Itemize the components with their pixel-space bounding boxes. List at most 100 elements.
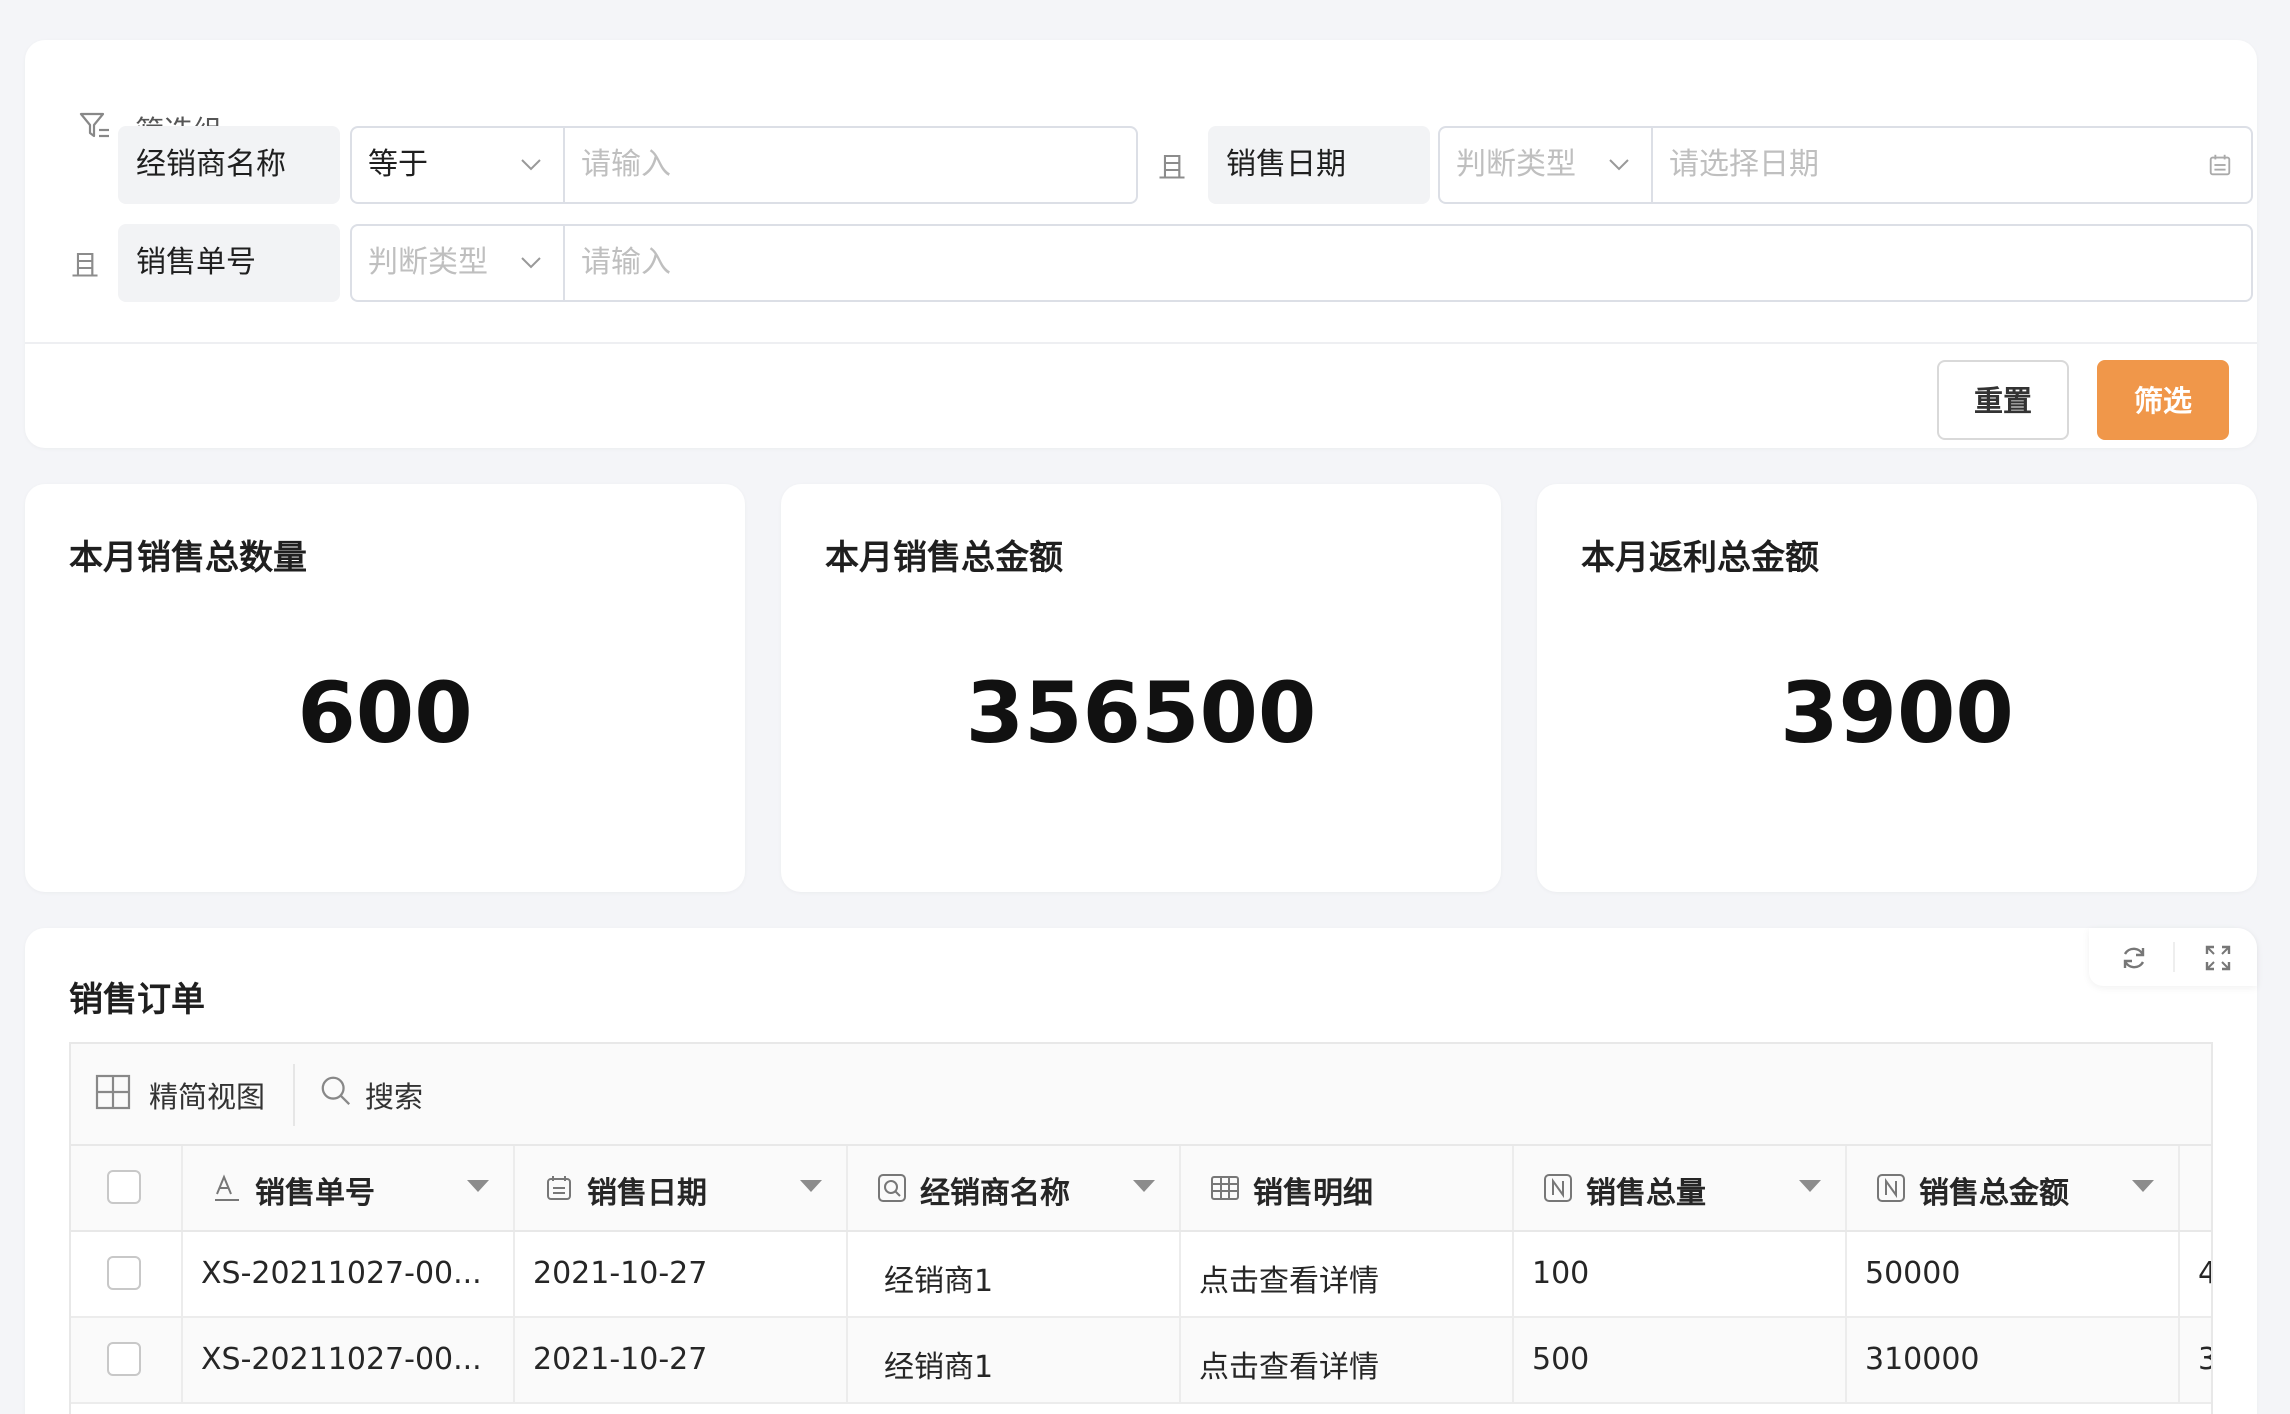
date-text: 2021-10-27 bbox=[533, 1342, 708, 1377]
column-header-order-no[interactable]: 销售单号 bbox=[183, 1146, 515, 1230]
refresh-icon[interactable] bbox=[2119, 943, 2149, 973]
sort-caret-icon[interactable] bbox=[467, 1180, 489, 1192]
row-checkbox[interactable] bbox=[107, 1342, 141, 1376]
stat-value: 3900 bbox=[1780, 664, 2014, 762]
qty-text: 500 bbox=[1532, 1342, 1590, 1377]
divider bbox=[25, 342, 2257, 344]
stat-value: 356500 bbox=[965, 664, 1317, 762]
select-all-cell bbox=[71, 1146, 183, 1230]
column-header-total-qty[interactable]: 销售总量 bbox=[1514, 1146, 1847, 1230]
stat-title: 本月销售总金额 bbox=[825, 538, 1063, 578]
column-label: 销售日期 bbox=[587, 1176, 707, 1211]
dealer-text: 经销商1 bbox=[884, 1264, 994, 1299]
lookup-icon bbox=[878, 1174, 906, 1202]
cell-detail[interactable]: 点击查看详情 bbox=[1181, 1232, 1514, 1316]
calendar-icon bbox=[2209, 154, 2231, 176]
cell-date: 2021-10-27 bbox=[515, 1318, 848, 1402]
dealer-name-placeholder: 请输入 bbox=[581, 147, 671, 182]
table-title: 销售订单 bbox=[69, 980, 205, 1020]
text-field-icon bbox=[215, 1174, 239, 1201]
cell-dealer: 经销商1 bbox=[848, 1232, 1181, 1316]
sales-date-picker[interactable]: 请选择日期 bbox=[1651, 126, 2253, 204]
search-button[interactable]: 搜索 bbox=[319, 1074, 423, 1116]
stat-card-rebate-amount: 本月返利总金额 3900 bbox=[1537, 484, 2257, 892]
divider bbox=[293, 1064, 295, 1126]
number-icon bbox=[1544, 1174, 1572, 1202]
order-no-text: XS-20211027-00... bbox=[201, 1342, 482, 1377]
cell-amount: 310000 bbox=[1847, 1318, 2180, 1402]
column-header-dealer-name[interactable]: 经销商名称 bbox=[848, 1146, 1181, 1230]
fullscreen-icon[interactable] bbox=[2203, 943, 2233, 973]
dealer-operator-value: 等于 bbox=[368, 147, 428, 182]
reset-button[interactable]: 重置 bbox=[1937, 360, 2069, 440]
data-table: 精简视图 搜索 销售单号 销售日期 经销商名称 销售明细 销售总量 销售总金额 … bbox=[69, 1042, 2213, 1414]
grid-view-icon bbox=[95, 1074, 131, 1110]
dealer-name-input[interactable]: 请输入 bbox=[563, 126, 1138, 204]
amount-text: 310000 bbox=[1865, 1342, 1980, 1377]
row-select-cell bbox=[71, 1232, 183, 1316]
cell-dealer: 经销商1 bbox=[848, 1318, 1181, 1402]
stat-card-total-quantity: 本月销售总数量 600 bbox=[25, 484, 745, 892]
column-header-sales-date[interactable]: 销售日期 bbox=[515, 1146, 848, 1230]
stat-title: 本月返利总金额 bbox=[1581, 538, 1819, 578]
table-tools bbox=[2089, 928, 2257, 986]
column-label: 销售总量 bbox=[1586, 1176, 1706, 1211]
table-header: 销售单号 销售日期 经销商名称 销售明细 销售总量 销售总金额 bbox=[71, 1146, 2211, 1232]
sort-caret-icon[interactable] bbox=[1799, 1180, 1821, 1192]
overflow-text: 4 bbox=[2198, 1256, 2211, 1291]
cell-detail[interactable]: 点击查看详情 bbox=[1181, 1318, 1514, 1402]
qty-text: 100 bbox=[1532, 1256, 1590, 1291]
column-header-total-amount[interactable]: 销售总金额 bbox=[1847, 1146, 2180, 1230]
table-row[interactable]: XS-20211027-00... 2021-10-27 经销商1 点击查看详情… bbox=[71, 1318, 2211, 1404]
dealer-operator-select[interactable]: 等于 bbox=[350, 126, 563, 204]
sort-caret-icon[interactable] bbox=[1133, 1180, 1155, 1192]
cell-order-no: XS-20211027-00... bbox=[183, 1232, 515, 1316]
cell-amount: 50000 bbox=[1847, 1232, 2180, 1316]
date-operator-placeholder: 判断类型 bbox=[1456, 147, 1576, 182]
dealer-text: 经销商1 bbox=[884, 1350, 994, 1385]
filter-button[interactable]: 筛选 bbox=[2097, 360, 2229, 440]
conjunction-and: 且 bbox=[71, 249, 100, 282]
date-operator-select[interactable]: 判断类型 bbox=[1438, 126, 1651, 204]
filter-field-order-no: 销售单号 bbox=[118, 224, 340, 302]
search-label: 搜索 bbox=[365, 1080, 424, 1114]
chevron-down-icon bbox=[1609, 159, 1629, 171]
sales-order-card: 销售订单 精简视图 搜索 销售单号 销售日期 经销商名称 销售明细 销售总量 销… bbox=[25, 928, 2257, 1414]
row-checkbox[interactable] bbox=[107, 1256, 141, 1290]
select-all-checkbox[interactable] bbox=[107, 1170, 141, 1204]
simple-view-label: 精简视图 bbox=[149, 1080, 266, 1114]
number-icon bbox=[1877, 1174, 1905, 1202]
cell-date: 2021-10-27 bbox=[515, 1232, 848, 1316]
table-row[interactable]: XS-20211027-00... 2021-10-27 经销商1 点击查看详情… bbox=[71, 1232, 2211, 1318]
order-no-input[interactable]: 请输入 bbox=[563, 224, 2253, 302]
order-no-operator-select[interactable]: 判断类型 bbox=[350, 224, 563, 302]
column-header-sales-detail[interactable]: 销售明细 bbox=[1181, 1146, 1514, 1230]
sort-caret-icon[interactable] bbox=[800, 1180, 822, 1192]
view-detail-link[interactable]: 点击查看详情 bbox=[1199, 1342, 1379, 1386]
column-label: 经销商名称 bbox=[920, 1176, 1070, 1211]
order-no-operator-placeholder: 判断类型 bbox=[368, 245, 488, 280]
order-no-text: XS-20211027-00... bbox=[201, 1256, 482, 1291]
stat-title: 本月销售总数量 bbox=[69, 538, 307, 578]
filter-icon bbox=[79, 112, 109, 138]
view-detail-link[interactable]: 点击查看详情 bbox=[1199, 1256, 1379, 1300]
stat-card-total-amount: 本月销售总金额 356500 bbox=[781, 484, 1501, 892]
subtable-icon bbox=[1211, 1176, 1239, 1200]
order-no-placeholder: 请输入 bbox=[581, 245, 671, 280]
date-text: 2021-10-27 bbox=[533, 1256, 708, 1291]
row-select-cell bbox=[71, 1318, 183, 1402]
column-label: 销售明细 bbox=[1253, 1176, 1373, 1211]
overflow-text: 3 bbox=[2198, 1342, 2211, 1377]
sort-caret-icon[interactable] bbox=[2132, 1180, 2154, 1192]
stat-value: 600 bbox=[297, 664, 473, 762]
table-toolbar: 精简视图 搜索 bbox=[71, 1044, 2211, 1146]
cell-qty: 100 bbox=[1514, 1232, 1847, 1316]
chevron-down-icon bbox=[521, 159, 541, 171]
cell-overflow: 4 bbox=[2180, 1232, 2211, 1316]
filter-field-dealer-name: 经销商名称 bbox=[118, 126, 340, 204]
simple-view-button[interactable]: 精简视图 bbox=[95, 1074, 265, 1116]
column-label: 销售总金额 bbox=[1919, 1176, 2069, 1211]
filter-card: 筛选组 经销商名称 等于 请输入 且 销售日期 判断类型 请选择日期 且 销售单… bbox=[25, 40, 2257, 448]
sales-date-placeholder: 请选择日期 bbox=[1669, 147, 1819, 182]
chevron-down-icon bbox=[521, 257, 541, 269]
